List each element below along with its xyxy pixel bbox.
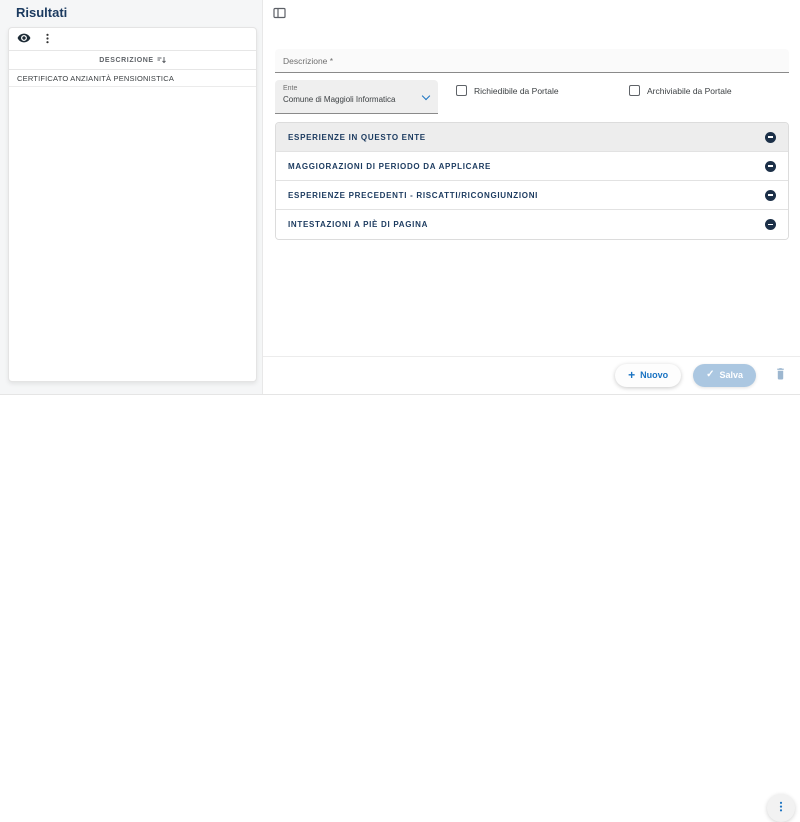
section-title: MAGGIORAZIONI DI PERIODO DA APPLICARE: [288, 161, 492, 171]
salva-button[interactable]: ✓ Salva: [693, 363, 756, 387]
results-toolbar: [9, 28, 256, 50]
nuovo-button-label: Nuovo: [640, 370, 669, 380]
more-vertical-icon: [776, 801, 786, 816]
ente-select[interactable]: Ente Comune di Maggioli Informatica: [275, 80, 438, 114]
minus-circle-icon[interactable]: [765, 131, 776, 143]
section-title: INTESTAZIONI A PIÈ DI PAGINA: [288, 220, 429, 229]
accordion: ESPERIENZE IN QUESTO ENTE MAGGIORAZIONI …: [275, 122, 789, 240]
ente-select-value: Comune di Maggioli Informatica: [283, 94, 396, 104]
kebab-icon: [42, 32, 53, 47]
checkbox-icon: [456, 85, 467, 96]
results-menu-button[interactable]: [42, 32, 53, 47]
action-bar: + Nuovo ✓ Salva: [263, 356, 800, 393]
checkbox-archiviabile-label: Archiviabile da Portale: [647, 85, 732, 96]
salva-button-label: Salva: [719, 370, 743, 380]
more-actions-button[interactable]: [767, 794, 795, 822]
plus-icon: +: [628, 368, 636, 382]
checkbox-archiviabile[interactable]: Archiviabile da Portale: [629, 85, 732, 96]
checkbox-richiedibile[interactable]: Richiedibile da Portale: [456, 85, 559, 96]
descrizione-field-label: Descrizione *: [283, 55, 334, 66]
section-intestazioni-pie-pagina[interactable]: INTESTAZIONI A PIÈ DI PAGINA: [276, 210, 788, 239]
panel-toggle-button[interactable]: [273, 7, 286, 22]
sort-icon: [157, 51, 166, 69]
minus-circle-icon[interactable]: [765, 189, 776, 201]
section-esperienze-precedenti[interactable]: ESPERIENZE PRECEDENTI - RISCATTI/RICONGI…: [276, 181, 788, 210]
detail-panel: Descrizione * Ente Comune di Maggioli In…: [262, 0, 800, 394]
section-esperienze-questo-ente[interactable]: ESPERIENZE IN QUESTO ENTE: [276, 123, 788, 152]
eye-icon: [17, 31, 31, 48]
results-card: DESCRIZIONE CERTIFICATO ANZIANITÀ PENSIO…: [8, 27, 257, 382]
section-title: ESPERIENZE PRECEDENTI - RISCATTI/RICONGI…: [288, 190, 539, 200]
minus-circle-icon[interactable]: [765, 160, 776, 172]
checkbox-icon: [629, 85, 640, 96]
results-region: Risultati DESCRIZIONE CERTIFICATO ANZIAN…: [0, 0, 262, 394]
checkbox-richiedibile-label: Richiedibile da Portale: [474, 85, 559, 96]
nuovo-button[interactable]: + Nuovo: [615, 363, 682, 387]
column-header-label: DESCRIZIONE: [99, 56, 154, 64]
table-header-descrizione[interactable]: DESCRIZIONE: [9, 50, 256, 70]
bottom-bar: [0, 394, 800, 822]
ente-select-label: Ente: [283, 85, 298, 92]
panel-toggle-icon: [273, 7, 286, 22]
descrizione-field[interactable]: Descrizione *: [275, 49, 789, 73]
page-title: Risultati: [16, 5, 68, 20]
table-row[interactable]: CERTIFICATO ANZIANITÀ PENSIONISTICA: [9, 70, 256, 87]
check-icon: ✓: [706, 369, 715, 380]
delete-button[interactable]: [774, 366, 787, 384]
trash-icon: [774, 366, 787, 384]
minus-circle-icon[interactable]: [765, 219, 776, 230]
section-maggiorazioni-periodo[interactable]: MAGGIORAZIONI DI PERIODO DA APPLICARE: [276, 152, 788, 181]
section-title: ESPERIENZE IN QUESTO ENTE: [288, 132, 426, 142]
view-button[interactable]: [17, 31, 31, 48]
row-descrizione-value: CERTIFICATO ANZIANITÀ PENSIONISTICA: [17, 73, 175, 83]
